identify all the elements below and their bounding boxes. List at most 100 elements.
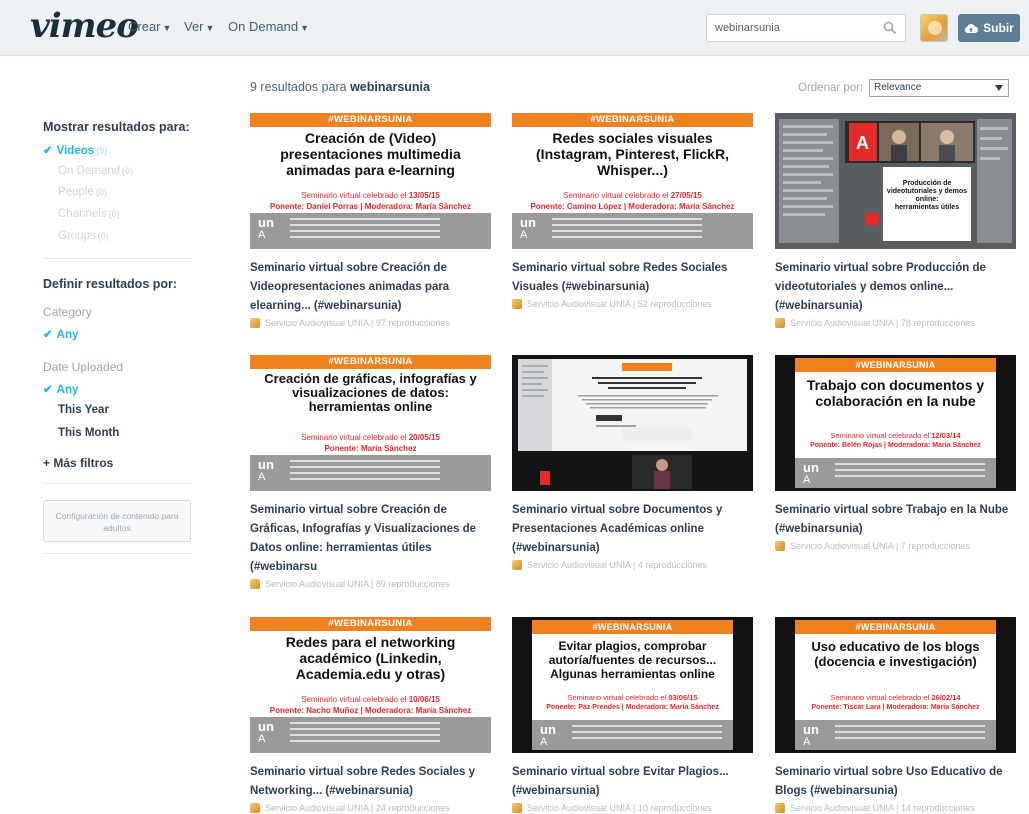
video-thumbnail[interactable]: #WEBINARSUNIA Redes sociales visuales (I… — [512, 113, 753, 249]
video-thumbnail[interactable]: #WEBINARSUNIA Trabajo con documentos y c… — [775, 355, 1016, 491]
footer-text-lines — [835, 725, 985, 743]
thumbnail-ponente-line: Ponente: Camino López | Moderadora: Marí… — [530, 202, 735, 211]
video-thumbnail[interactable]: #WEBINARSUNIA Creación de gráficas, info… — [250, 355, 491, 491]
video-meta: Servicio Audiovisual UNIA | 89 reproducc… — [250, 579, 495, 589]
video-thumbnail[interactable]: #WEBINARSUNIA Uso educativo de los blogs… — [775, 617, 1016, 753]
user-avatar[interactable] — [920, 14, 948, 42]
thumbnail-footer: un A — [512, 213, 753, 249]
results-count: 9 resultados para webinarsunia — [250, 80, 430, 94]
thumbnail-seminar-line: Seminario virtual celebrado el 27/05/15 — [512, 191, 753, 201]
filter-videos-label: Videos — [56, 145, 95, 157]
video-title[interactable]: Seminario virtual sobre Documentos y Pre… — [512, 501, 757, 558]
video-card: #WEBINARSUNIA Uso educativo de los blogs… — [775, 617, 1020, 813]
sidebar-divider — [43, 553, 191, 554]
thumbnail-moderadora: Moderadora: María Sánchez — [628, 202, 735, 211]
more-filters-link[interactable]: + Más filtros — [43, 456, 113, 470]
video-thumbnail[interactable]: #WEBINARSUNIA Evitar plagios, comprobar … — [512, 617, 753, 753]
video-thumbnail[interactable]: A Producción de videotutoriales y demos … — [775, 113, 1016, 249]
filter-on-demand-count: (0) — [122, 166, 134, 176]
chevron-down-icon: ▼ — [300, 23, 310, 33]
thumbnail-title: Creación de (Video) presentaciones multi… — [280, 130, 461, 178]
top-nav-bar: vimeo Crear▼ Ver▼ On Demand▼ Subir — [0, 0, 1029, 56]
video-card: A Producción de videotutoriales y demos … — [775, 113, 1020, 328]
thumbnail-seminar-line: Seminario virtual celebrado el 26/02/14 — [795, 693, 996, 703]
video-card: #WEBINARSUNIA Evitar plagios, comprobar … — [512, 617, 757, 813]
user-icon — [512, 299, 522, 309]
video-card: #WEBINARSUNIA Redes para el networking a… — [250, 617, 495, 813]
thumbnail-seminar-line: Seminario virtual celebrado el 13/05/15 — [250, 191, 491, 201]
unia-logo-a: A — [803, 474, 811, 486]
user-icon — [250, 579, 260, 589]
thumbnail-footer: un A — [795, 458, 996, 488]
filter-videos[interactable]: ✔ Videos (9) — [43, 143, 107, 157]
video-title[interactable]: Seminario virtual sobre Redes Sociales V… — [512, 259, 757, 297]
show-results-heading: Mostrar resultados para: — [43, 120, 190, 134]
sort-select[interactable]: Relevance — [869, 79, 1009, 97]
video-meta-text: Servicio Audiovisual UNIA | 4 reproducci… — [527, 560, 707, 570]
video-meta: Servicio Audiovisual UNIA | 7 reproducci… — [775, 541, 1020, 551]
thumbnail-footer: un A — [795, 720, 996, 750]
date-any[interactable]: ✔ Any — [43, 382, 78, 396]
video-meta: Servicio Audiovisual UNIA | 97 reproducc… — [250, 318, 495, 328]
user-icon — [775, 541, 785, 551]
video-title[interactable]: Seminario virtual sobre Creación de Gráf… — [250, 501, 495, 577]
category-any[interactable]: ✔ Any — [43, 327, 78, 341]
magnifier-icon[interactable] — [883, 21, 897, 35]
nav-on-demand[interactable]: On Demand ▼ — [228, 19, 309, 34]
vimeo-logo[interactable]: vimeo — [30, 6, 139, 46]
thumbnail-seminar-prefix: Seminario virtual celebrado el — [301, 191, 407, 200]
search-box — [706, 14, 906, 42]
unia-logo-text: un — [803, 722, 819, 737]
date-this-month[interactable]: This Month — [58, 427, 119, 439]
video-thumbnail[interactable]: #WEBINARSUNIA Redes para el networking a… — [250, 617, 491, 753]
thumbnail-date: 10/06/15 — [408, 695, 440, 704]
thumbnail-banner: #WEBINARSUNIA — [250, 355, 491, 369]
thumbnail-seminar-prefix: Seminario virtual celebrado el — [301, 433, 407, 442]
thumbnail-ponente: Daniel Porras — [306, 202, 359, 211]
filter-people: People (0) — [58, 186, 107, 198]
thumbnail-ponente: Camino López — [566, 202, 622, 211]
date-uploaded-label: Date Uploaded — [43, 360, 124, 374]
video-title[interactable]: Seminario virtual sobre Evitar Plagios..… — [512, 763, 757, 801]
footer-text-lines — [290, 460, 440, 484]
video-card: #WEBINARSUNIA Creación de gráficas, info… — [250, 355, 495, 589]
video-title[interactable]: Seminario virtual sobre Producción de vi… — [775, 259, 1020, 316]
filter-groups-label: Groups — [58, 230, 96, 242]
thumbnail-ponente: Paz Prendes — [578, 704, 620, 711]
video-title[interactable]: Seminario virtual sobre Creación de Vide… — [250, 259, 495, 316]
adult-content-settings-button[interactable]: Configuración de contenido para adultos — [43, 500, 191, 542]
thumbnail-title: Redes para el networking académico (Link… — [285, 634, 456, 682]
thumbnail-banner: #WEBINARSUNIA — [250, 617, 491, 631]
filter-people-label: People — [58, 186, 94, 198]
video-title[interactable]: Seminario virtual sobre Trabajo en la Nu… — [775, 501, 1020, 539]
thumbnail-ponente-line: Ponente: Paz Prendes | Moderadora: María… — [546, 704, 719, 711]
footer-text-lines — [552, 218, 702, 242]
category-any-label: Any — [56, 329, 79, 341]
nav-crear[interactable]: Crear ▼ — [128, 19, 171, 34]
thumbnail-title: Trabajo con documentos y colaboración en… — [806, 377, 985, 409]
thumbnail-ponente: Nacho Muñoz — [306, 706, 359, 715]
nav-ver[interactable]: Ver ▼ — [184, 19, 214, 34]
svg-text:videotutoriales y demos: videotutoriales y demos — [887, 188, 967, 195]
video-title[interactable]: Seminario virtual sobre Uso Educativo de… — [775, 763, 1020, 801]
screen-recording-thumbnail — [512, 355, 753, 491]
search-input[interactable] — [715, 20, 875, 36]
unia-logo-text: un — [258, 457, 274, 472]
thumbnail-banner: #WEBINARSUNIA — [532, 620, 733, 634]
date-this-year[interactable]: This Year — [58, 404, 109, 416]
thumbnail-seminar-prefix: Seminario virtual celebrado el — [567, 693, 667, 702]
video-thumbnail[interactable] — [512, 355, 753, 491]
category-label: Category — [43, 305, 92, 319]
footer-text-lines — [835, 463, 985, 481]
video-title[interactable]: Seminario virtual sobre Redes Sociales y… — [250, 763, 495, 801]
thumbnail-date: 12/03/14 — [931, 431, 961, 440]
upload-button[interactable]: Subir — [958, 14, 1020, 42]
unia-logo-a: A — [258, 471, 266, 483]
filter-videos-count: (9) — [96, 146, 108, 156]
user-icon — [250, 318, 260, 328]
filter-on-demand: On Demand (0) — [58, 165, 133, 177]
filter-groups-count: (0) — [97, 231, 109, 241]
unia-logo-text: un — [258, 215, 274, 230]
video-thumbnail[interactable]: #WEBINARSUNIA Creación de (Video) presen… — [250, 113, 491, 249]
nav-crear-label: Crear — [128, 19, 161, 34]
